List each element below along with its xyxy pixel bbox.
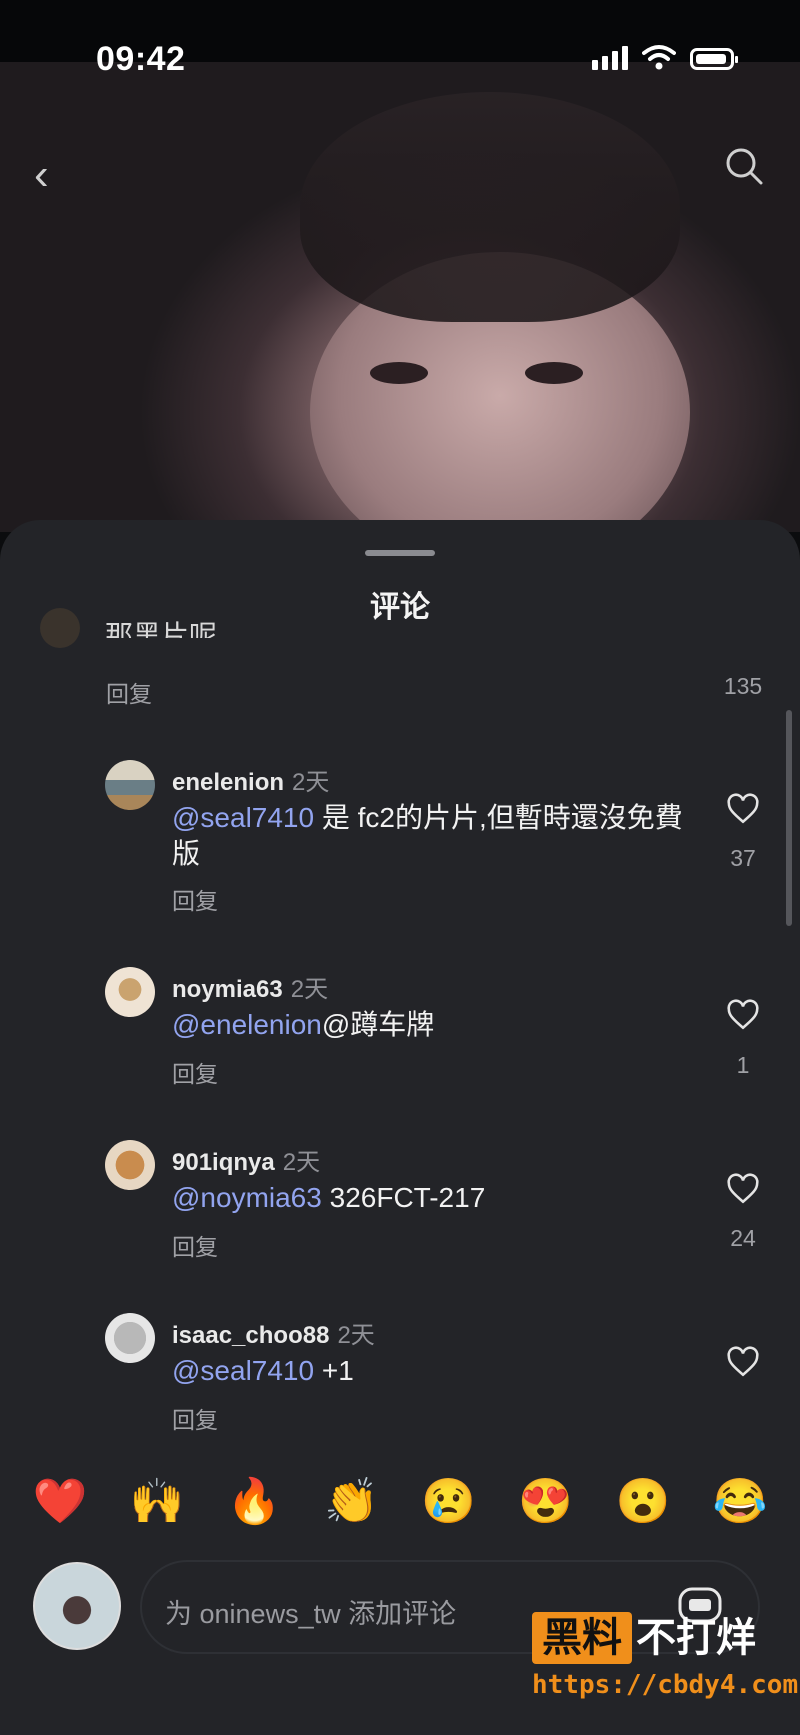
comment-text: @noymia63 326FCT-217	[172, 1180, 692, 1216]
comments-sheet: 评论 那黑片呢 回复 135 enelenion 2天 @seal7410 是 f…	[0, 520, 800, 1735]
comment-time: 2天	[292, 769, 330, 796]
emoji-heart-eyes-button[interactable]: 😍	[516, 1475, 576, 1527]
comment-time: 2天	[290, 976, 329, 1003]
back-chevron-icon[interactable]: ‹	[34, 150, 49, 200]
watermark-url: https://cbdy4.com	[532, 1670, 799, 1700]
wifi-icon	[642, 45, 676, 70]
reply-button[interactable]: 回复	[106, 675, 152, 709]
like-count: 135	[723, 673, 763, 699]
emoji-fire-button[interactable]: 🔥	[224, 1475, 284, 1527]
username[interactable]: enelenion	[172, 769, 284, 796]
reply-button[interactable]: 回复	[172, 1401, 218, 1435]
post-photo	[0, 62, 800, 532]
reply-button[interactable]: 回复	[172, 882, 218, 916]
emoji-crying-button[interactable]: 😢	[419, 1475, 479, 1527]
avatar[interactable]	[105, 1140, 155, 1190]
current-user-avatar	[33, 1562, 121, 1650]
emoji-reaction-bar: ❤️ 🙌 🔥 👏 😢 😍 😮 😂	[30, 1475, 770, 1527]
comment-text: @seal7410 +1	[172, 1353, 692, 1389]
status-icons	[592, 44, 738, 70]
scrollbar[interactable]	[786, 710, 792, 926]
watermark-brand-text: 不打烊	[636, 1616, 756, 1660]
comment-input-placeholder: 为 oninews_tw 添加评论	[165, 1599, 457, 1629]
comment-body: 326FCT-217	[321, 1182, 486, 1213]
comment-header: 901iqnya 2天	[172, 1142, 320, 1177]
search-icon[interactable]	[724, 146, 764, 186]
comment-header: isaac_choo88 2天	[172, 1315, 375, 1350]
like-count: 1	[736, 1052, 750, 1078]
avatar[interactable]	[105, 1313, 155, 1363]
comment-text: @enelenion@蹲车牌	[172, 1007, 692, 1043]
reply-button[interactable]: 回复	[172, 1228, 218, 1262]
comment-time: 2天	[337, 1322, 375, 1349]
battery-icon	[690, 48, 738, 70]
heart-icon[interactable]	[726, 1345, 760, 1379]
avatar[interactable]	[105, 967, 155, 1017]
username[interactable]: noymia63	[172, 976, 283, 1003]
emoji-heart-button[interactable]: ❤️	[30, 1475, 90, 1527]
avatar[interactable]	[40, 608, 80, 648]
username[interactable]: 901iqnya	[172, 1149, 275, 1176]
watermark-brand-box: 黑料	[532, 1612, 632, 1664]
reply-button[interactable]: 回复	[172, 1055, 218, 1089]
hair-shape	[300, 92, 680, 322]
comment-body: @蹲车牌	[321, 1009, 435, 1040]
comment-header: enelenion 2天	[172, 762, 329, 797]
comment-body: +1	[314, 1355, 354, 1386]
status-time: 09:42	[96, 40, 186, 78]
like-count: 37	[730, 845, 756, 871]
mention-link[interactable]: @seal7410	[172, 1355, 314, 1386]
emoji-clap-button[interactable]: 👏	[321, 1475, 381, 1527]
emoji-raised-hands-button[interactable]: 🙌	[127, 1475, 187, 1527]
comment-text: 那黑片呢	[105, 620, 218, 638]
comment-text: @seal7410 是 fc2的片片,但暫時還沒免費版	[172, 800, 692, 872]
sheet-grabber[interactable]	[365, 550, 435, 556]
mention-link[interactable]: @enelenion	[172, 1009, 322, 1040]
heart-icon[interactable]	[726, 1172, 760, 1206]
like-count: 24	[730, 1225, 756, 1251]
right-eye-shape	[525, 362, 583, 384]
mention-link[interactable]: @noymia63	[172, 1182, 322, 1213]
avatar[interactable]	[105, 760, 155, 810]
left-eye-shape	[370, 362, 428, 384]
heart-icon[interactable]	[726, 998, 760, 1032]
emoji-surprised-button[interactable]: 😮	[613, 1475, 673, 1527]
emoji-laughing-button[interactable]: 😂	[710, 1475, 770, 1527]
watermark-logo: 黑料 不打烊 https://cbdy4.com	[532, 1612, 798, 1724]
comment-header: noymia63 2天	[172, 969, 328, 1004]
mention-link[interactable]: @seal7410	[172, 802, 314, 833]
username[interactable]: isaac_choo88	[172, 1322, 329, 1349]
cellular-signal-icon	[592, 44, 628, 70]
comment-time: 2天	[282, 1149, 321, 1176]
status-bar: 09:42	[0, 0, 800, 78]
heart-icon[interactable]	[726, 792, 760, 826]
